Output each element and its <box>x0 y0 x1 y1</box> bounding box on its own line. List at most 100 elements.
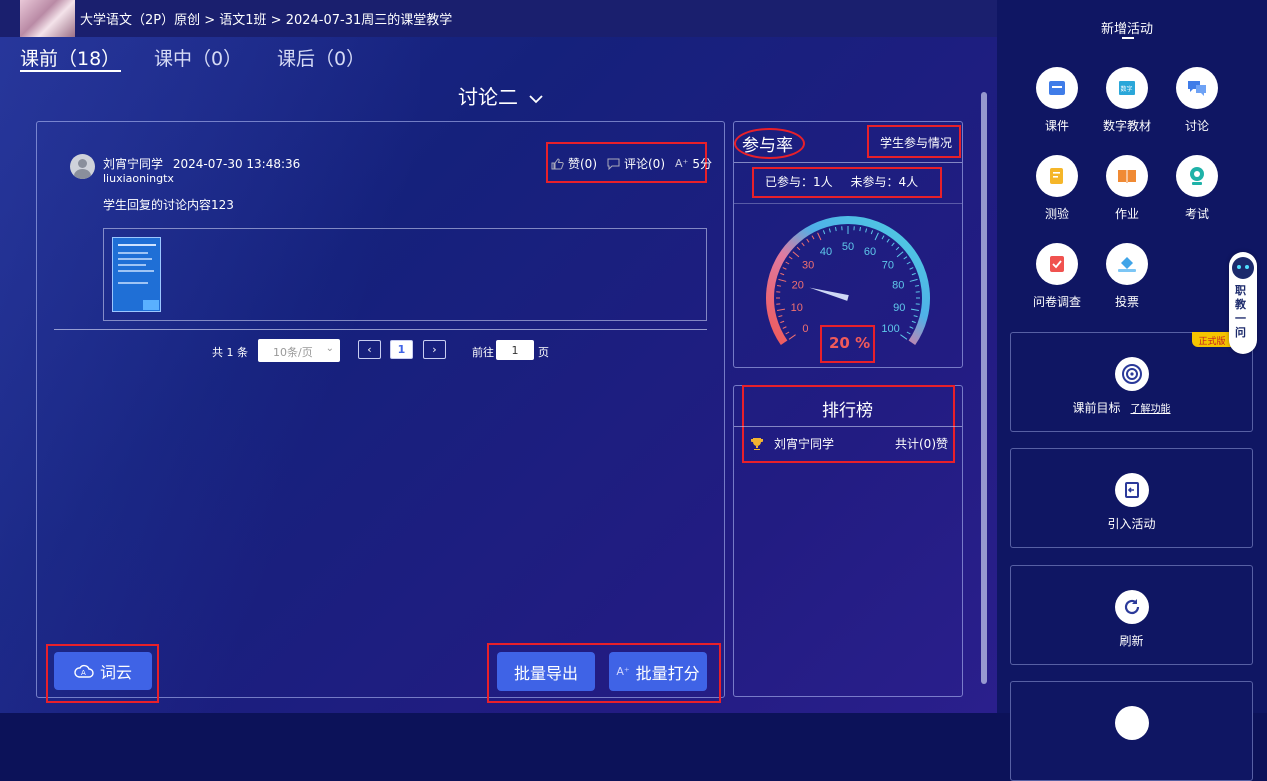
activity-digital-textbook[interactable]: 数字 数字教材 <box>1097 67 1157 134</box>
batch-score-label: 批量打分 <box>636 660 700 684</box>
active-tab-indicator <box>20 70 121 72</box>
gauge-tick-label: 30 <box>802 260 814 272</box>
page-suffix: 页 <box>538 344 549 360</box>
activity-exam[interactable]: 考试 <box>1167 155 1227 222</box>
trophy-icon <box>750 437 764 451</box>
goto-label: 前往 <box>472 344 494 360</box>
textbook-icon: 数字 <box>1117 79 1137 97</box>
gauge-tick <box>777 309 785 310</box>
tab-in-class[interactable]: 课中（0） <box>154 44 242 71</box>
activity-survey[interactable]: 问卷调查 <box>1027 243 1087 310</box>
import-activity-card[interactable]: 引入活动 <box>1010 448 1253 548</box>
activity-label: 测验 <box>1045 207 1069 221</box>
activity-homework[interactable]: 作业 <box>1097 155 1157 222</box>
gauge-tick <box>783 268 787 270</box>
activity-courseware[interactable]: 课件 <box>1027 67 1087 134</box>
quiz-icon <box>1047 166 1067 186</box>
gauge-tick <box>786 262 789 264</box>
activity-label: 讨论 <box>1185 119 1209 133</box>
gauge-tick <box>812 236 814 239</box>
avatar <box>70 154 95 179</box>
activity-label: 问卷调查 <box>1033 295 1081 309</box>
pagination-total: 共 1 条 <box>212 344 248 360</box>
gauge-tick <box>910 279 918 281</box>
activity-quiz[interactable]: 测验 <box>1027 155 1087 222</box>
gauge-tick <box>780 273 784 274</box>
gauge-tick <box>910 327 914 329</box>
prev-page-button[interactable]: ‹ <box>358 340 381 359</box>
batch-score-button[interactable]: A⁺ 批量打分 <box>609 652 707 691</box>
gauge-tick <box>912 321 916 322</box>
gauge-tick-label: 20 <box>792 280 804 292</box>
gauge-tick <box>778 316 782 317</box>
gauge-tick <box>866 228 867 232</box>
activity-label: 考试 <box>1185 207 1209 221</box>
like-count[interactable]: 赞(0) <box>568 155 597 172</box>
gauge-tick <box>912 273 916 274</box>
wordcloud-label: 词云 <box>100 659 132 683</box>
activity-discussion[interactable]: 讨论 <box>1167 67 1227 134</box>
gauge-tick <box>897 252 903 257</box>
comment-count[interactable]: 评论(0) <box>624 155 665 172</box>
activity-label: 数字教材 <box>1103 119 1151 133</box>
activity-vote[interactable]: 投票 <box>1097 243 1157 310</box>
attachment-thumbnail[interactable] <box>112 237 161 312</box>
discussion-selector[interactable]: 讨论二 <box>458 81 544 110</box>
chevron-left-icon: ‹ <box>367 343 371 356</box>
gauge-tick <box>789 335 796 340</box>
refresh-icon <box>1122 597 1142 617</box>
gauge-tick-label: 40 <box>820 246 832 258</box>
assistant-widget[interactable]: 职教一问 <box>1229 252 1257 354</box>
survey-icon <box>1047 254 1067 274</box>
learn-more-link[interactable]: 了解功能 <box>1131 404 1171 415</box>
gauge-tick <box>823 230 824 234</box>
gauge-tick <box>904 257 907 259</box>
ranking-name: 刘宵宁同学 <box>774 435 895 452</box>
activity-label: 作业 <box>1115 207 1139 221</box>
assistant-label: 职教一问 <box>1235 284 1251 340</box>
gauge-tick <box>907 262 910 264</box>
vote-icon <box>1116 254 1138 274</box>
participation-title: 参与率 <box>742 131 793 156</box>
divider <box>734 203 962 204</box>
card-label: 引入活动 <box>1011 515 1252 532</box>
scrollbar[interactable] <box>981 92 987 684</box>
gauge-tick <box>793 252 799 257</box>
more-card[interactable] <box>1010 681 1253 781</box>
release-badge: 正式版 <box>1192 332 1232 347</box>
sidebar-header: 新增活动 <box>1101 18 1153 37</box>
target-icon <box>1121 363 1143 385</box>
gauge-tick <box>900 335 907 340</box>
tab-pre-class[interactable]: 课前（18） <box>20 44 120 71</box>
gauge-tick <box>860 227 861 231</box>
thumbs-up-icon[interactable] <box>551 158 564 170</box>
comment-icon[interactable] <box>607 158 620 170</box>
divider <box>734 426 962 427</box>
page-number-current[interactable]: 1 <box>390 340 413 359</box>
gauge-tick <box>807 239 809 242</box>
card-label: 刷新 <box>1011 632 1252 649</box>
discussion-icon <box>1186 79 1208 97</box>
page-size-select[interactable]: 10条/页 ⌄ <box>258 339 340 362</box>
gauge-tick <box>911 309 919 310</box>
divider <box>734 162 962 163</box>
tab-post-class[interactable]: 课后（0） <box>277 44 365 71</box>
course-thumbnail <box>20 0 75 37</box>
gauge-tick <box>780 321 784 322</box>
breadcrumb[interactable]: 大学语文（2P）原创 > 语文1班 > 2024-07-31周三的课堂教学 <box>80 9 452 28</box>
participation-rate: 20 % <box>829 334 870 352</box>
participation-detail-link[interactable]: 学生参与情况 <box>880 134 952 151</box>
cloud-icon: A <box>74 664 94 678</box>
batch-export-button[interactable]: 批量导出 <box>497 652 595 691</box>
wordcloud-button[interactable]: A 词云 <box>54 652 152 690</box>
gauge-tick-label: 0 <box>802 323 808 335</box>
attachment-box <box>103 228 707 321</box>
refresh-card[interactable]: 刷新 <box>1010 565 1253 665</box>
gauge-tick <box>789 257 792 259</box>
next-page-button[interactable]: › <box>423 340 446 359</box>
gauge-tick <box>892 243 895 246</box>
gauge-tick <box>882 236 884 239</box>
goto-page-input[interactable]: 1 <box>496 340 534 360</box>
pre-class-goal-card[interactable]: 课前目标了解功能 <box>1010 332 1253 432</box>
gauge-tick-label: 100 <box>881 323 899 335</box>
